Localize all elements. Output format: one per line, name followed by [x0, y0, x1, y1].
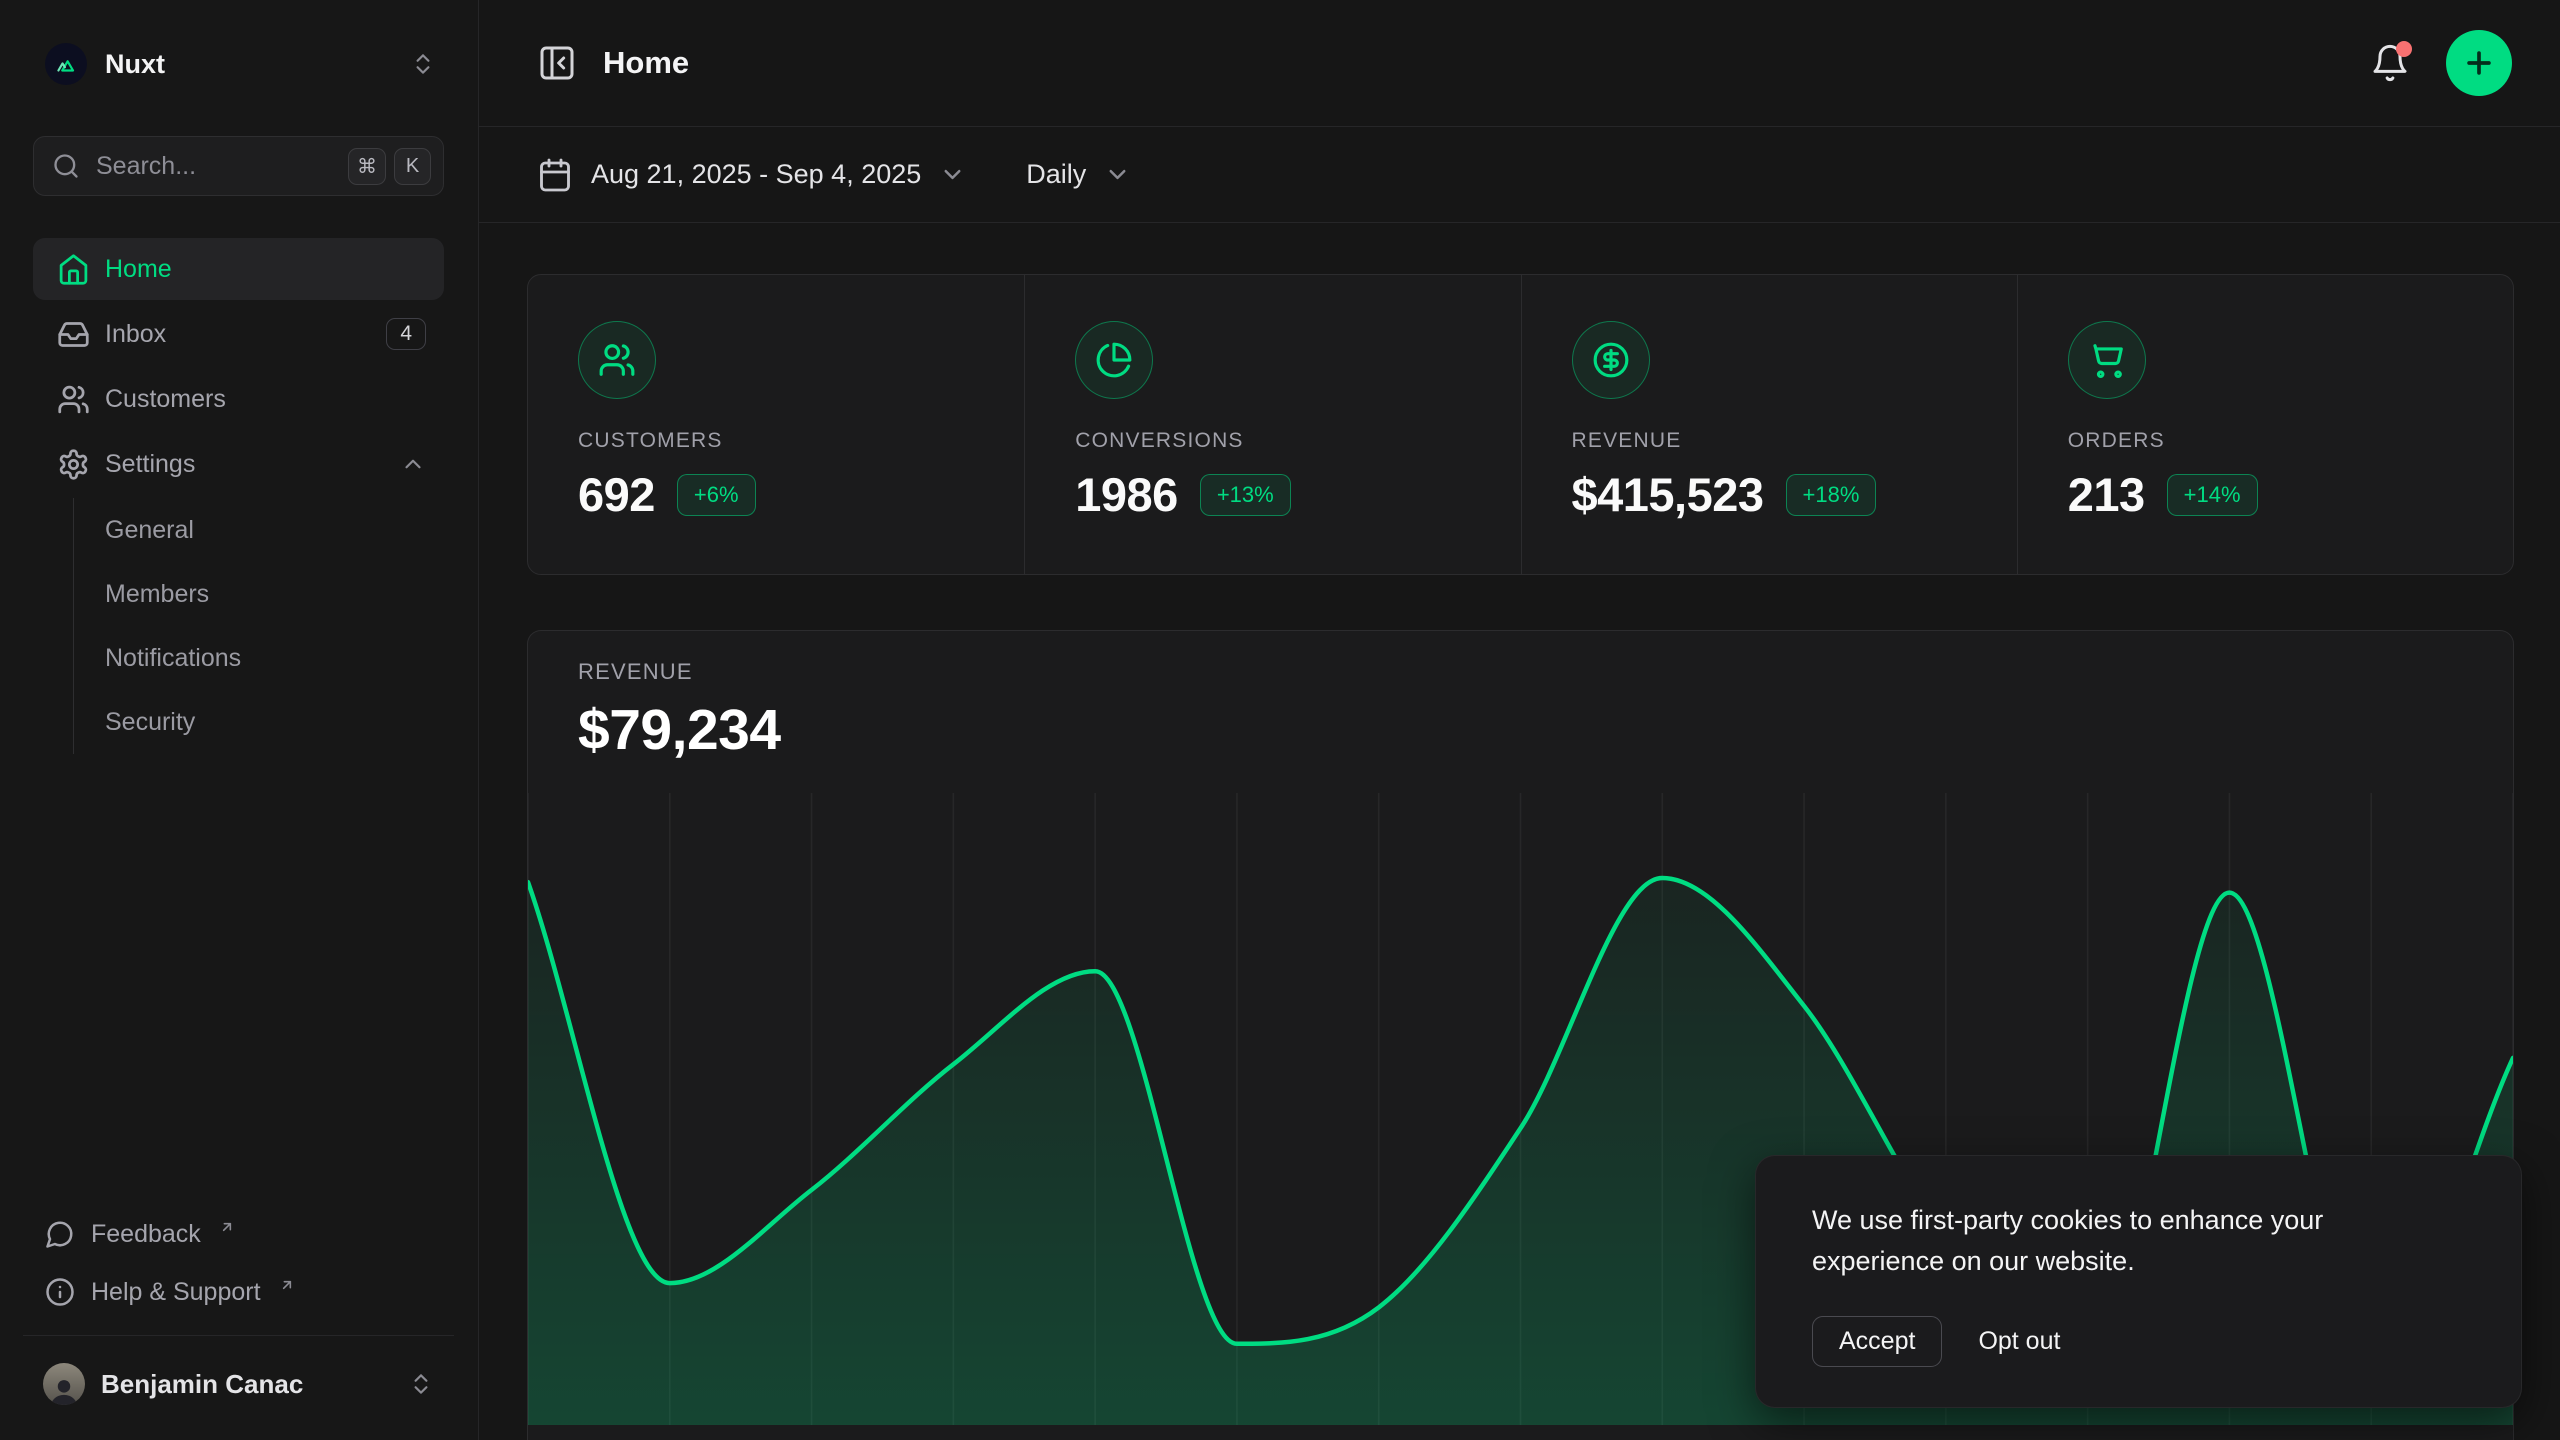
search-placeholder: Search...: [96, 152, 332, 181]
stat-delta-badge: +14%: [2167, 474, 2258, 516]
cookie-optout-button[interactable]: Opt out: [1978, 1327, 2060, 1356]
stat-label: REVENUE: [1572, 429, 1967, 453]
page-title: Home: [603, 45, 689, 81]
date-range-value: Aug 21, 2025 - Sep 4, 2025: [591, 159, 921, 190]
search-shortcut: ⌘ K: [348, 148, 431, 185]
cart-icon: [2068, 321, 2146, 399]
sidebar: Nuxt Search... ⌘ K Home: [0, 0, 479, 1440]
chevron-down-icon: [939, 161, 966, 188]
search-icon: [52, 152, 80, 180]
sidebar-item-customers[interactable]: Customers: [33, 368, 444, 430]
settings-subnav: General Members Notifications Security: [73, 498, 444, 754]
filters-toolbar: Aug 21, 2025 - Sep 4, 2025 Daily: [479, 127, 2560, 223]
stat-label: CONVERSIONS: [1075, 429, 1470, 453]
cookie-message: We use first-party cookies to enhance yo…: [1812, 1200, 2402, 1282]
nuxt-logo-icon: [45, 43, 87, 85]
stat-value: 1986: [1075, 467, 1178, 522]
kbd-k: K: [394, 148, 431, 185]
users-icon: [578, 321, 656, 399]
help-support-link[interactable]: Help & Support: [33, 1263, 444, 1321]
stat-label: CUSTOMERS: [578, 429, 974, 453]
stat-delta-badge: +6%: [677, 474, 756, 516]
stat-value: $415,523: [1572, 467, 1764, 522]
gear-icon: [57, 448, 90, 481]
revenue-label: REVENUE: [578, 659, 2463, 685]
sidebar-item-inbox[interactable]: Inbox 4: [33, 303, 444, 365]
calendar-icon: [537, 157, 573, 193]
stat-label: ORDERS: [2068, 429, 2463, 453]
sidebar-item-general[interactable]: General: [105, 498, 444, 562]
stat-value: 692: [578, 467, 655, 522]
chevron-up-icon: [400, 451, 426, 477]
chat-bubble-icon: [45, 1219, 75, 1249]
brand-name: Nuxt: [105, 49, 392, 80]
sidebar-spacer: [33, 754, 444, 1205]
info-icon: [45, 1277, 75, 1307]
period-select[interactable]: Daily: [1026, 159, 1131, 190]
pie-chart-icon: [1075, 321, 1153, 399]
sidebar-item-notifications[interactable]: Notifications: [105, 626, 444, 690]
stat-delta-badge: +13%: [1200, 474, 1291, 516]
user-menu[interactable]: Benjamin Canac: [33, 1352, 444, 1416]
feedback-link[interactable]: Feedback: [33, 1205, 444, 1263]
inbox-icon: [57, 318, 90, 351]
revenue-total: $79,234: [578, 697, 2463, 763]
period-value: Daily: [1026, 159, 1086, 190]
page-header: Home: [479, 0, 2560, 127]
chevrons-up-down-icon: [410, 51, 436, 77]
circle-dollar-icon: [1572, 321, 1650, 399]
sidebar-item-members[interactable]: Members: [105, 562, 444, 626]
stats-panel: CUSTOMERS 692 +6% CONVERSIONS 1986 +13%: [527, 274, 2514, 575]
sidebar-item-security[interactable]: Security: [105, 690, 444, 754]
search-input[interactable]: Search... ⌘ K: [33, 136, 444, 196]
stat-card-revenue[interactable]: REVENUE $415,523 +18%: [1521, 275, 2017, 574]
workspace-switcher[interactable]: Nuxt: [33, 36, 444, 92]
stat-card-conversions[interactable]: CONVERSIONS 1986 +13%: [1024, 275, 1520, 574]
external-link-icon: [219, 1219, 235, 1235]
user-name: Benjamin Canac: [101, 1369, 392, 1400]
sidebar-item-home[interactable]: Home: [33, 238, 444, 300]
add-button[interactable]: [2446, 30, 2512, 96]
sidebar-toggle-icon[interactable]: [537, 43, 577, 83]
sidebar-nav: Home Inbox 4 Customers Settings: [33, 238, 444, 754]
stat-card-orders[interactable]: ORDERS 213 +14%: [2017, 275, 2513, 574]
avatar: [43, 1363, 85, 1405]
sidebar-divider: [23, 1335, 454, 1336]
stat-delta-badge: +18%: [1786, 474, 1877, 516]
date-range-picker[interactable]: Aug 21, 2025 - Sep 4, 2025: [537, 157, 966, 193]
users-icon: [57, 383, 90, 416]
chevron-down-icon: [1104, 161, 1131, 188]
inbox-count-badge: 4: [386, 318, 426, 350]
cookie-banner: We use first-party cookies to enhance yo…: [1755, 1155, 2522, 1408]
plus-icon: [2462, 46, 2496, 80]
home-icon: [57, 253, 90, 286]
sidebar-item-settings[interactable]: Settings: [33, 433, 444, 495]
stat-value: 213: [2068, 467, 2145, 522]
cookie-accept-button[interactable]: Accept: [1812, 1316, 1942, 1367]
notifications-button[interactable]: [2370, 43, 2410, 83]
external-link-icon: [279, 1277, 295, 1293]
notification-dot: [2396, 41, 2412, 57]
stat-card-customers[interactable]: CUSTOMERS 692 +6%: [528, 275, 1024, 574]
kbd-cmd: ⌘: [348, 148, 386, 185]
chevrons-up-down-icon: [408, 1371, 434, 1397]
